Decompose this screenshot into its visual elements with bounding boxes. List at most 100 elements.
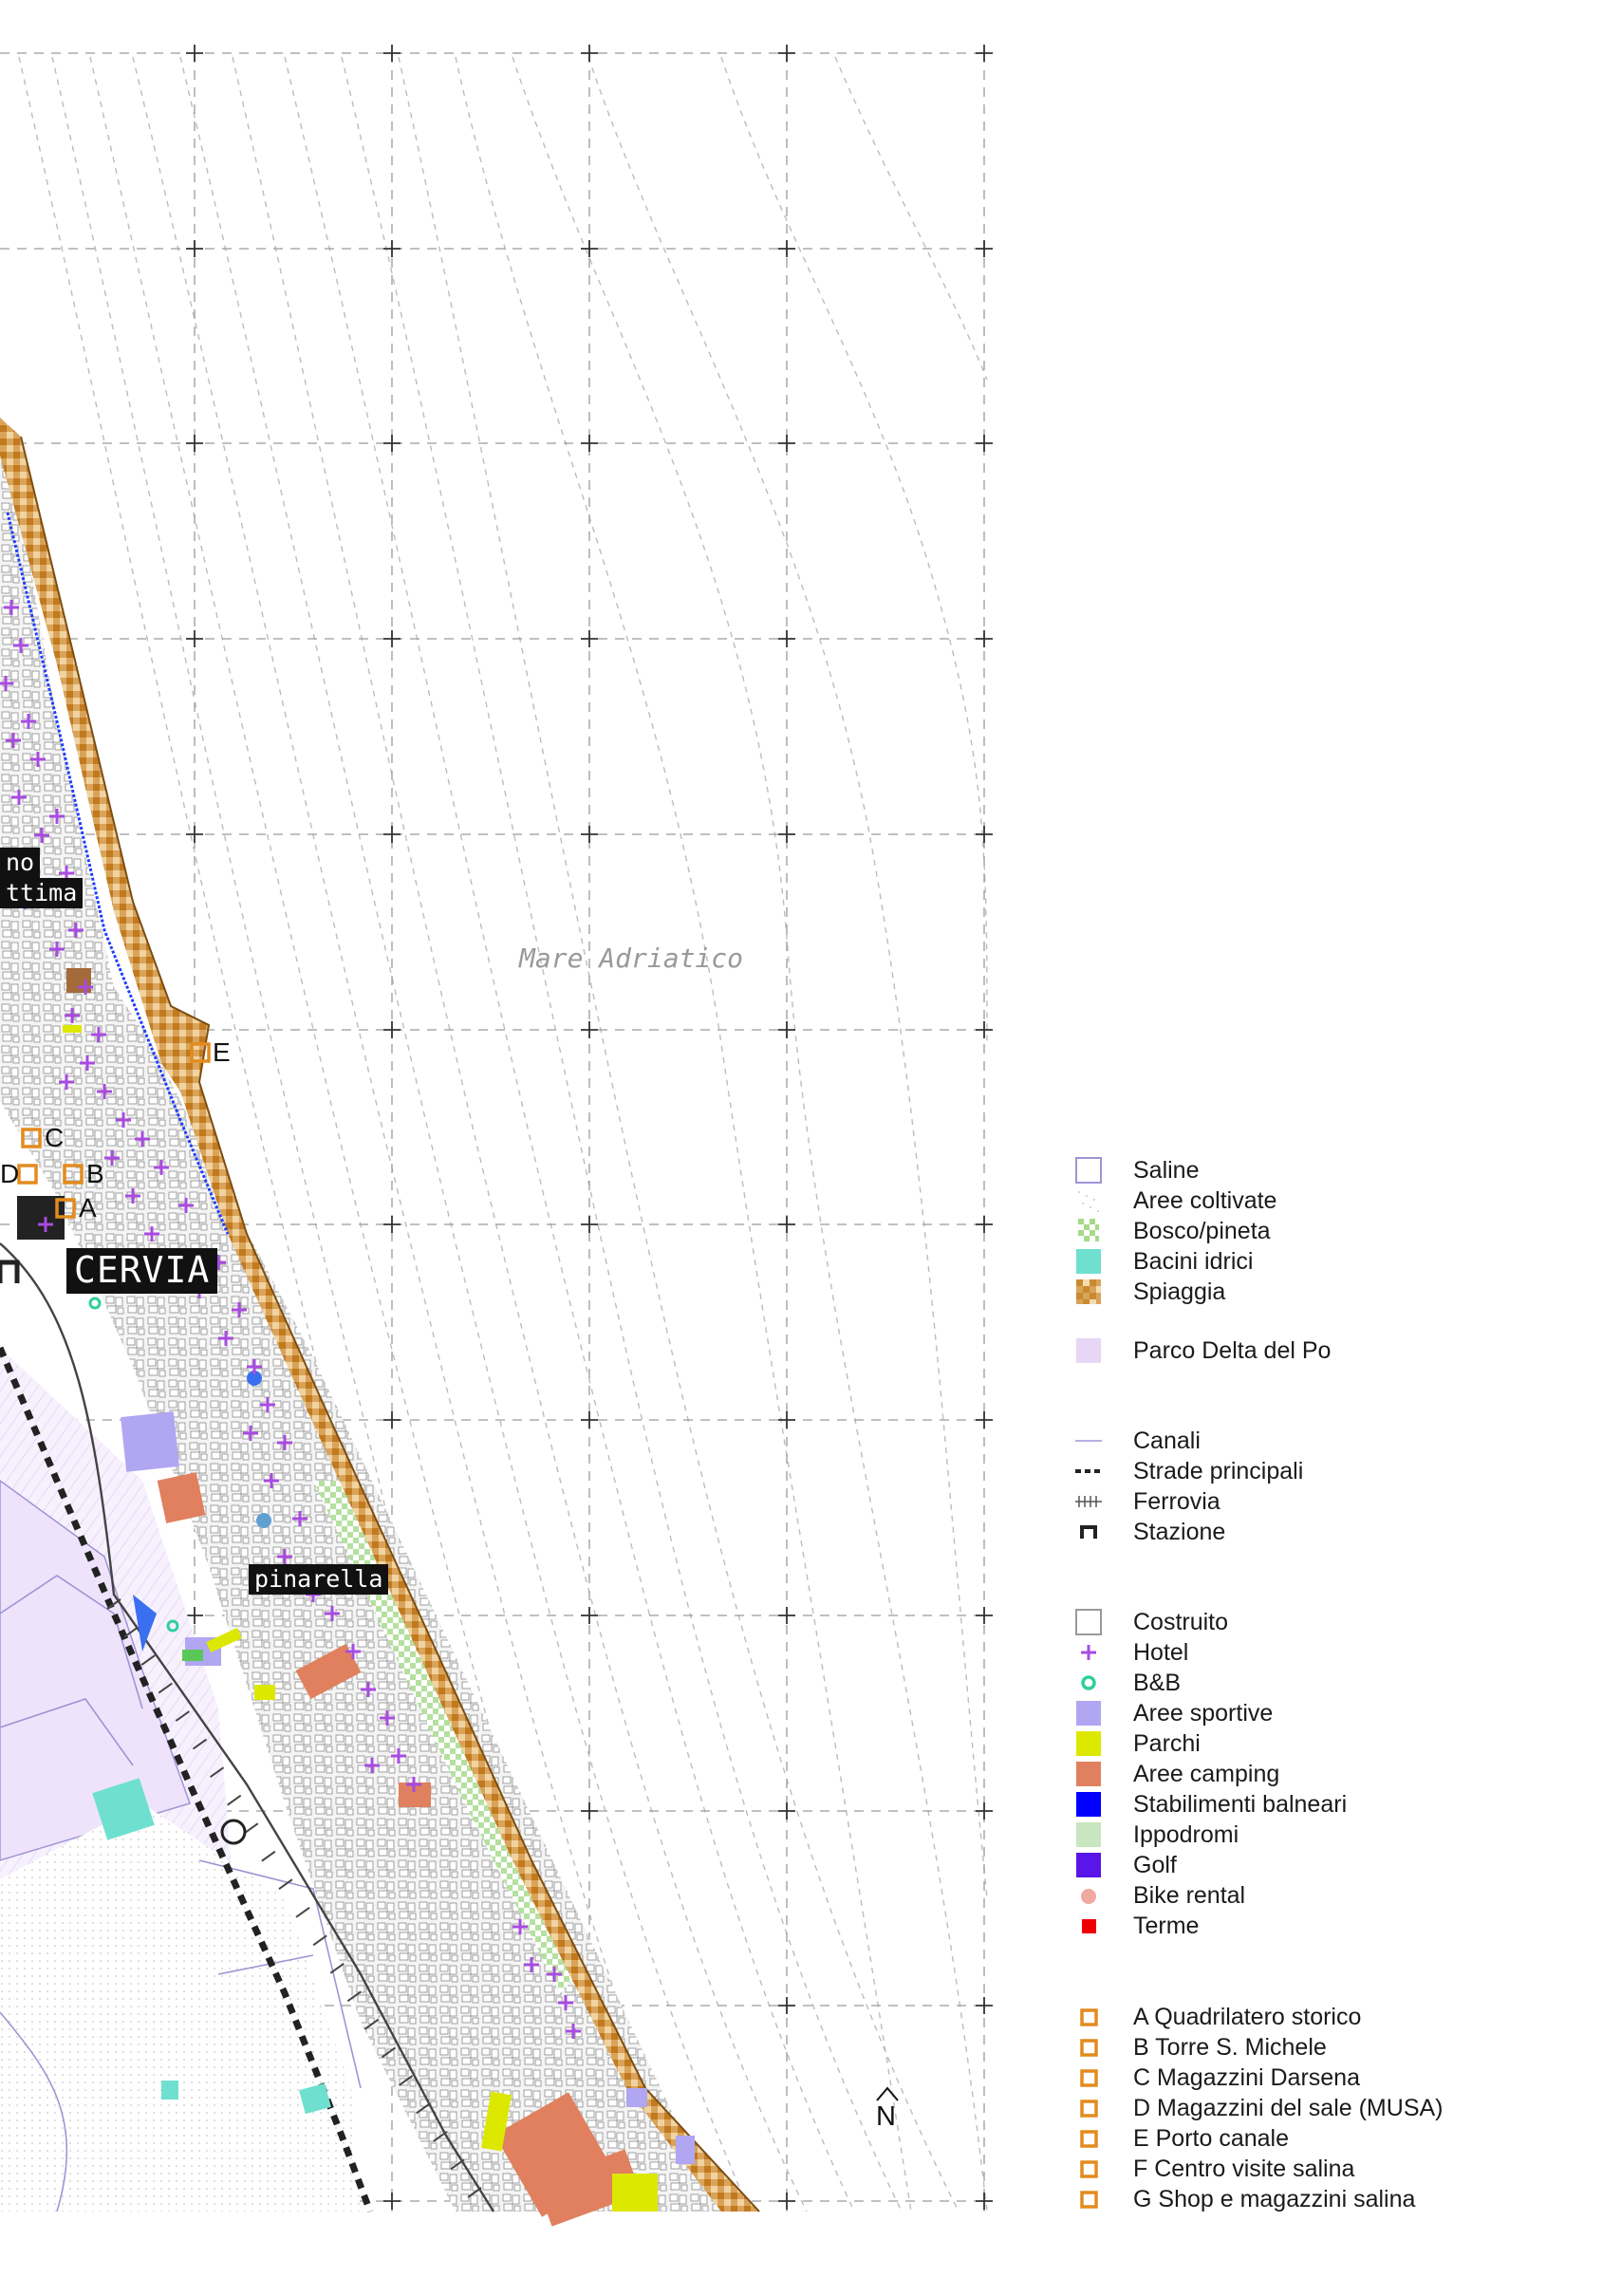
legend-fill-icon <box>1074 1820 1103 1849</box>
legend-item: Parchi <box>1074 1729 1201 1758</box>
legend-fill-icon <box>1074 1699 1103 1727</box>
place-label-cervia: CERVIA <box>66 1248 218 1294</box>
legend-label: Parco Delta del Po <box>1133 1337 1332 1364</box>
legend-item: Aree coltivate <box>1074 1186 1276 1215</box>
railway-tie <box>295 1906 310 1918</box>
railway-tie <box>244 1822 259 1835</box>
legend-item: B Torre S. Michele <box>1074 2033 1327 2062</box>
north-arrow-icon <box>876 2086 899 2101</box>
legend-fill-icon <box>1074 1336 1103 1365</box>
legend-orange-square-icon <box>1074 2094 1103 2122</box>
legend-fill-icon <box>1074 1790 1103 1819</box>
legend-label: Aree camping <box>1133 1761 1280 1787</box>
legend-item: Golf <box>1074 1851 1177 1879</box>
legend-label: Costruito <box>1133 1609 1229 1635</box>
poi-letter-b[interactable]: B <box>86 1159 104 1189</box>
north-arrow: N <box>871 2086 904 2134</box>
legend-thin-line-icon <box>1074 1427 1103 1455</box>
legend-outline-square-icon <box>1074 1608 1103 1636</box>
legend-label: G Shop e magazzini salina <box>1133 2186 1416 2212</box>
legend-station-icon <box>1074 1518 1103 1546</box>
legend-ring-icon <box>1074 1669 1103 1697</box>
legend-label: Bike rental <box>1133 1882 1246 1909</box>
legend-label: Saline <box>1133 1157 1200 1184</box>
legend-item: F Centro visite salina <box>1074 2155 1354 2183</box>
legend-orange-square-icon <box>1074 2155 1103 2183</box>
legend-item: Bacini idrici <box>1074 1247 1253 1276</box>
legend-item: D Magazzini del sale (MUSA) <box>1074 2094 1444 2122</box>
legend-label: B&B <box>1133 1670 1182 1696</box>
legend-item: Stazione <box>1074 1518 1225 1546</box>
legend-label: D Magazzini del sale (MUSA) <box>1133 2095 1444 2121</box>
map-canvas[interactable] <box>0 0 1621 2296</box>
legend-item: Costruito <box>1074 1608 1228 1636</box>
legend-label: B Torre S. Michele <box>1133 2034 1327 2061</box>
legend-label: C Magazzini Darsena <box>1133 2064 1360 2091</box>
place-label-pinarella: pinarella <box>249 1564 389 1595</box>
legend-item: Bike rental <box>1074 1881 1245 1910</box>
legend-orange-square-icon <box>1074 2124 1103 2153</box>
legend-dashed-icon <box>1074 1457 1103 1485</box>
legend-label: E Porto canale <box>1133 2125 1289 2152</box>
legend-item: Ippodromi <box>1074 1820 1239 1849</box>
legend-rail-icon <box>1074 1487 1103 1516</box>
legend-label: Stabilimenti balneari <box>1133 1791 1348 1818</box>
legend-fill-icon <box>1074 1247 1103 1276</box>
legend-label: Spiaggia <box>1133 1279 1226 1305</box>
legend-checker-icon <box>1074 1217 1103 1245</box>
legend-item: E Porto canale <box>1074 2124 1289 2153</box>
legend-label: Hotel <box>1133 1639 1189 1666</box>
legend-label: Aree coltivate <box>1133 1187 1277 1214</box>
legend-item: Aree sportive <box>1074 1699 1273 1727</box>
legend-label: Ippodromi <box>1133 1821 1239 1848</box>
legend-orange-square-icon <box>1074 2033 1103 2062</box>
legend-label: Stazione <box>1133 1519 1226 1545</box>
legend-item: Aree camping <box>1074 1760 1279 1788</box>
legend-cross-icon <box>1074 1638 1103 1667</box>
poi-letter-c[interactable]: C <box>45 1123 64 1153</box>
legend-item: B&B <box>1074 1669 1181 1697</box>
legend-item: Bosco/pineta <box>1074 1217 1271 1245</box>
legend-fill-icon <box>1074 1851 1103 1879</box>
legend-label: Golf <box>1133 1852 1177 1878</box>
legend-label: Bacini idrici <box>1133 1248 1254 1275</box>
legend-label: Aree sportive <box>1133 1700 1274 1727</box>
railway-tie <box>261 1850 276 1862</box>
legend-label: F Centro visite salina <box>1133 2156 1355 2182</box>
legend-label: Bosco/pineta <box>1133 1218 1271 1244</box>
legend-item: Parco Delta del Po <box>1074 1336 1331 1365</box>
legend-orange-square-icon <box>1074 2185 1103 2213</box>
railway-tie <box>312 1934 327 1947</box>
north-label: N <box>876 2101 896 2132</box>
place-label-partial-2: ttima <box>0 878 84 908</box>
legend-label: Canali <box>1133 1428 1201 1454</box>
legend-label: Parchi <box>1133 1730 1201 1757</box>
legend-fill-icon <box>1074 1729 1103 1758</box>
poi-letter-a[interactable]: A <box>79 1193 97 1223</box>
legend-fill-icon <box>1074 1760 1103 1788</box>
legend-item: C Magazzini Darsena <box>1074 2063 1360 2092</box>
legend-sand-icon <box>1074 1278 1103 1306</box>
legend-dot-icon <box>1074 1881 1103 1910</box>
poi-letter-d[interactable]: D <box>0 1159 19 1189</box>
legend-item: Spiaggia <box>1074 1278 1225 1306</box>
legend-item: G Shop e magazzini salina <box>1074 2185 1415 2213</box>
legend-item: Saline <box>1074 1156 1200 1185</box>
poi-letter-e[interactable]: E <box>213 1037 231 1068</box>
legend-dots-icon <box>1074 1186 1103 1215</box>
place-label-partial-1: no <box>0 848 41 878</box>
legend-outline-square-icon <box>1074 1156 1103 1185</box>
legend-item: Terme <box>1074 1912 1199 1940</box>
legend-item: Hotel <box>1074 1638 1188 1667</box>
railway-tie <box>227 1794 242 1806</box>
legend-label: A Quadrilatero storico <box>1133 2004 1362 2030</box>
sea-label: Mare Adriatico <box>519 943 744 974</box>
legend-label: Strade principali <box>1133 1458 1304 1484</box>
legend-label: Ferrovia <box>1133 1488 1220 1515</box>
legend-item: Stabilimenti balneari <box>1074 1790 1347 1819</box>
legend-small-square-icon <box>1074 1912 1103 1940</box>
legend-label: Terme <box>1133 1913 1200 1939</box>
legend-orange-square-icon <box>1074 2063 1103 2092</box>
legend-item: Ferrovia <box>1074 1487 1220 1516</box>
station-marker <box>0 1260 20 1283</box>
